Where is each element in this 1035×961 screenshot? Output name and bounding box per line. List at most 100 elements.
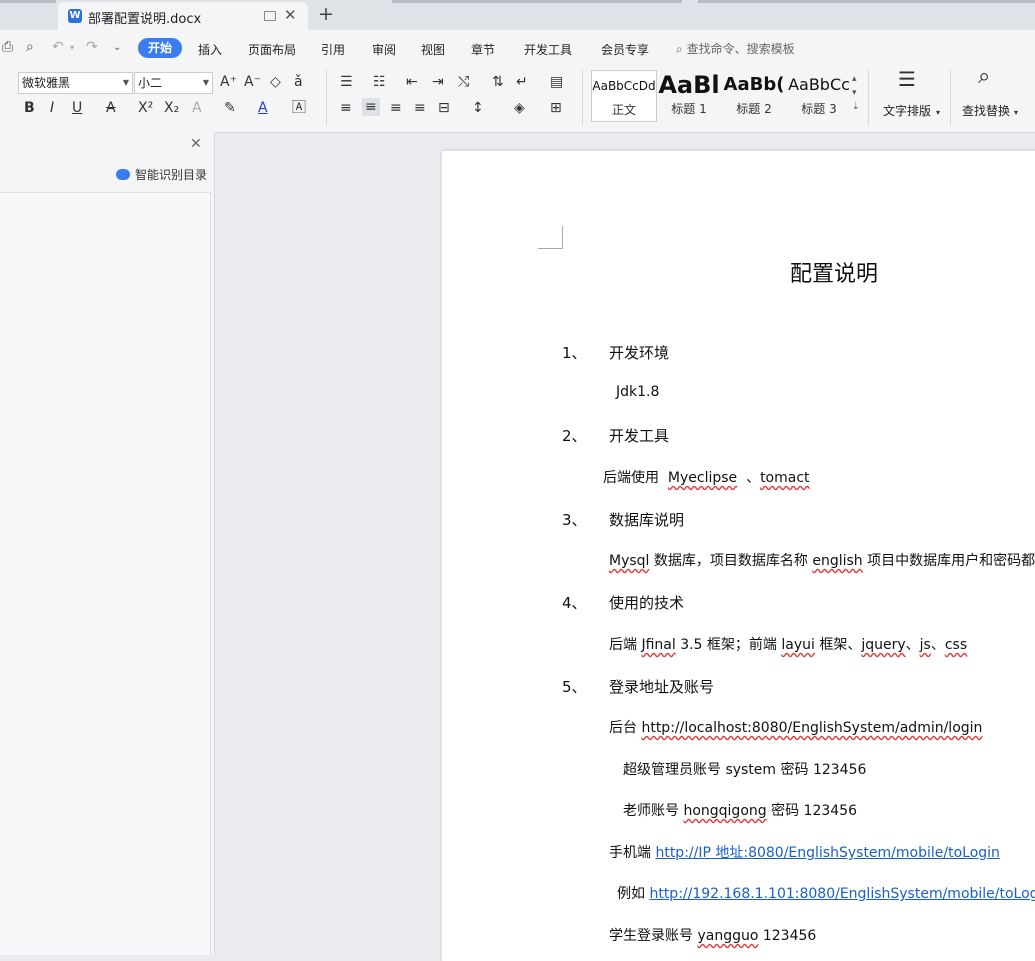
paragraph-backend-tools: 后端使用 Myeclipse 、tomact: [603, 467, 810, 487]
paragraph-jdk: Jdk1.8: [616, 384, 660, 400]
margin-corner-mark: [538, 226, 563, 249]
italic-icon[interactable]: I: [50, 99, 54, 117]
tab-references[interactable]: 引用: [321, 41, 345, 58]
tab-review[interactable]: 审阅: [372, 41, 396, 58]
ribbon: 微软雅黑 ▼ 小二 ▼ A⁺ A⁻ ◇ ǎ B I U A X² X₂ A ✎ A …: [0, 66, 1035, 133]
text-run: 后端使用: [603, 470, 659, 486]
admin-url-text: http://localhost:8080/EnglishSystem/admi…: [641, 720, 983, 736]
font-name-select[interactable]: 微软雅黑 ▼: [18, 72, 133, 94]
document-tab[interactable]: W 部署配置说明.docx ✕: [58, 2, 308, 30]
text-run: css: [944, 637, 968, 653]
tab-view[interactable]: 视图: [421, 41, 445, 58]
paragraph-example: 例如 http://192.168.1.101:8080/EnglishSyst…: [617, 883, 1035, 903]
align-right-icon[interactable]: ≡: [390, 99, 402, 117]
text-layout-icon: ☰: [898, 67, 916, 91]
text-run: 框架、: [814, 637, 862, 653]
text-run: english: [812, 553, 863, 569]
chevron-down-icon: ▼: [122, 78, 129, 87]
tab-page-layout[interactable]: 页面布局: [248, 41, 296, 58]
style-name: 标题 1: [671, 102, 707, 116]
subscript-icon[interactable]: X₂: [164, 99, 179, 117]
section-heading: 开发环境: [609, 344, 670, 362]
sort-icon[interactable]: ⇅: [492, 73, 504, 91]
undo-dropdown-icon[interactable]: ▾: [70, 43, 74, 52]
paragraph-mobile: 手机端 http://IP 地址:8080/EnglishSystem/mobi…: [609, 842, 1000, 862]
ribbon-divider: [868, 70, 869, 126]
font-name-value: 微软雅黑: [22, 76, 71, 90]
line-spacing-icon[interactable]: ↕: [472, 99, 484, 117]
align-left-icon[interactable]: ≡: [340, 99, 352, 117]
phonetic-guide-icon[interactable]: ǎ: [294, 73, 303, 91]
text-run: layui: [781, 637, 815, 653]
more-quick-access-icon[interactable]: ⌄: [113, 42, 121, 53]
text-effect-icon[interactable]: A: [192, 99, 202, 117]
section-number: 5、: [562, 678, 587, 696]
tab-insert[interactable]: 插入: [198, 41, 222, 58]
style-normal[interactable]: AaBbCcDd 正文: [591, 70, 657, 122]
underline-icon[interactable]: U: [72, 99, 82, 117]
style-scroll-icon[interactable]: ▴ ▾ ⇣: [852, 72, 860, 114]
find-replace-button[interactable]: 查找替换: [962, 102, 1010, 119]
undo-icon[interactable]: ↶: [52, 39, 64, 55]
toc-list: [0, 192, 211, 955]
superscript-icon[interactable]: X²: [138, 99, 153, 117]
show-ruler-icon[interactable]: ▤: [550, 73, 563, 91]
paragraph-teacher: 老师账号 hongqigong 密码 123456: [623, 800, 857, 820]
redo-icon[interactable]: ↷: [86, 39, 98, 55]
tab-home[interactable]: 开始: [138, 38, 182, 58]
font-size-value: 小二: [138, 76, 163, 90]
style-heading-2[interactable]: AaBb( 标题 2: [722, 70, 786, 120]
print-icon[interactable]: ⎙: [2, 39, 13, 55]
pin-window-icon[interactable]: [264, 11, 276, 21]
section-number: 4、: [562, 594, 587, 612]
text-run: 、: [905, 637, 920, 653]
close-tab-icon[interactable]: ✕: [284, 6, 297, 24]
section-heading: 数据库说明: [609, 511, 685, 529]
tab-member[interactable]: 会员专享: [601, 41, 649, 58]
align-center-icon[interactable]: ≡: [362, 98, 380, 116]
highlight-icon[interactable]: ✎: [224, 99, 236, 117]
chinese-layout-icon[interactable]: ⤭: [458, 73, 469, 91]
command-search[interactable]: ⌕ 查找命令、搜索模板: [676, 40, 795, 57]
bullet-list-icon[interactable]: ☰: [340, 73, 353, 91]
increase-font-icon[interactable]: A⁺: [220, 73, 237, 91]
paragraph-mark-icon[interactable]: ↵: [516, 73, 528, 91]
mobile-url-link[interactable]: http://IP 地址:8080/EnglishSystem/mobile/t…: [655, 845, 999, 861]
style-heading-3[interactable]: AaBbCc 标题 3: [788, 70, 850, 120]
close-pane-icon[interactable]: ✕: [190, 136, 202, 152]
decrease-font-icon[interactable]: A⁻: [244, 73, 261, 91]
borders-icon[interactable]: ⊞: [550, 99, 562, 117]
tab-chapter[interactable]: 章节: [471, 41, 495, 58]
bold-icon[interactable]: B: [24, 99, 35, 117]
text-run: 手机端: [609, 845, 656, 861]
ribbon-divider: [582, 70, 583, 126]
font-size-select[interactable]: 小二 ▼: [134, 72, 213, 94]
text-layout-button[interactable]: 文字排版: [883, 102, 931, 119]
decrease-indent-icon[interactable]: ⇤: [406, 73, 418, 91]
style-preview: AaBbCc: [788, 75, 850, 94]
style-name: 标题 2: [736, 102, 772, 116]
tab-developer[interactable]: 开发工具: [524, 41, 572, 58]
font-color-icon[interactable]: A: [258, 99, 268, 117]
clear-format-icon[interactable]: ◇: [270, 73, 281, 91]
style-heading-1[interactable]: AaBl 标题 1: [658, 70, 720, 120]
numbered-list-icon[interactable]: ☷: [373, 73, 386, 91]
justify-icon[interactable]: ≡: [414, 99, 426, 117]
writer-icon: W: [68, 9, 82, 23]
print-preview-icon[interactable]: ⌕: [26, 39, 34, 55]
distribute-icon[interactable]: ⊟: [438, 99, 450, 117]
character-border-icon[interactable]: 🄰: [292, 99, 306, 117]
text-run: yangguo: [697, 928, 759, 944]
style-name: 正文: [611, 103, 636, 117]
increase-indent-icon[interactable]: ⇥: [432, 73, 444, 91]
shading-icon[interactable]: ◈: [514, 99, 525, 117]
new-tab-button[interactable]: +: [318, 3, 334, 25]
tab-edge: [0, 0, 56, 3]
paragraph-super-admin: 超级管理员账号 system 密码 123456: [623, 762, 867, 778]
strikethrough-icon[interactable]: A: [106, 99, 116, 117]
style-preview: AaBbCcDd: [592, 79, 656, 93]
smart-toc-button[interactable]: 智能识别目录: [116, 166, 207, 183]
example-url-link[interactable]: http://192.168.1.101:8080/EnglishSystem/…: [649, 886, 1035, 902]
text-run: Mysql: [609, 553, 650, 569]
text-run: tomact: [760, 470, 810, 486]
